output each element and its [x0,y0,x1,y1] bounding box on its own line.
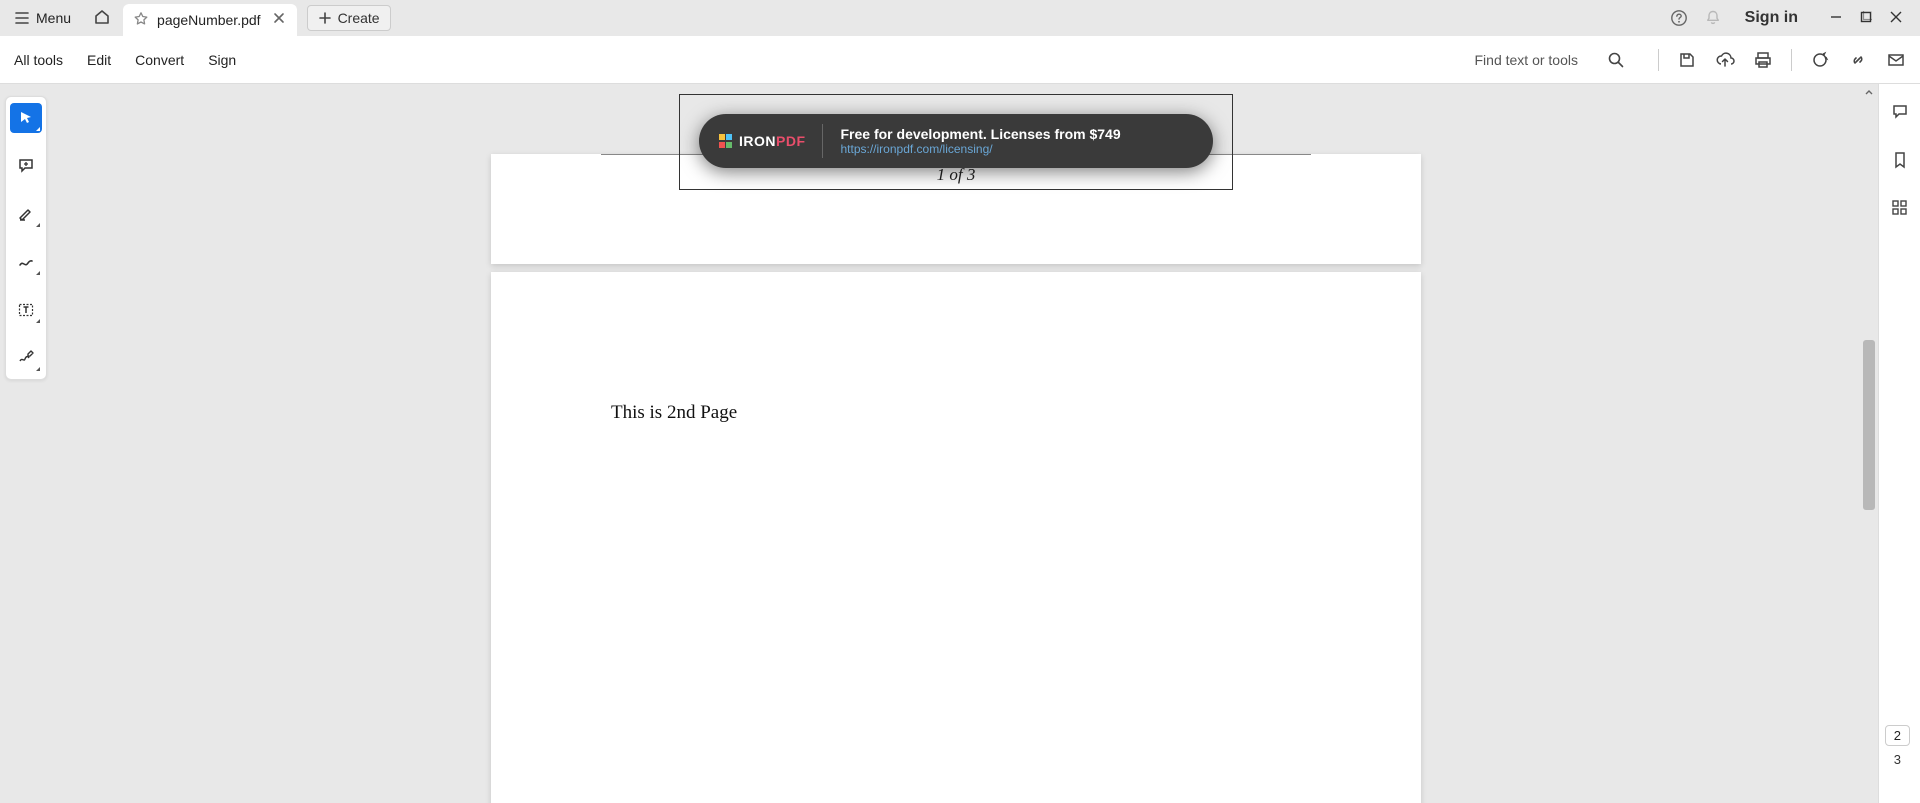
help-button[interactable] [1669,8,1689,28]
comments-icon [1891,103,1909,121]
logo-text-iron: IRON [739,133,776,149]
license-banner[interactable]: IRONPDF Free for development. Licenses f… [699,114,1213,168]
search-icon [1607,51,1625,69]
select-tool[interactable] [10,103,42,133]
banner-message: Free for development. Licenses from $749… [841,126,1121,156]
menu-edit[interactable]: Edit [87,52,111,68]
window-controls [1820,10,1912,26]
menu-label: Menu [36,10,71,26]
logo-icon [719,134,733,148]
print-icon [1754,51,1772,69]
link-button[interactable] [1848,50,1868,70]
draw-tool[interactable] [10,247,42,277]
grid-icon [1891,199,1909,217]
textbox-tool[interactable] [10,295,42,325]
right-tools-rail: 2 3 [1878,84,1920,803]
upload-cloud-button[interactable] [1715,50,1735,70]
document-page-2: This is 2nd Page [491,272,1421,803]
textbox-icon [17,301,35,319]
save-button[interactable] [1677,50,1697,70]
close-icon [1890,11,1902,23]
separator [1658,49,1659,71]
cursor-icon [18,110,34,126]
print-button[interactable] [1753,50,1773,70]
banner-title: Free for development. Licenses from $749 [841,126,1121,142]
scroll-up-button[interactable] [1860,84,1878,102]
page-indicator: 2 3 [1885,725,1910,767]
help-icon [1670,9,1688,27]
banner-url[interactable]: https://ironpdf.com/licensing/ [841,142,1121,156]
chevron-up-icon [1864,88,1874,98]
main-menu-button[interactable]: Menu [4,6,81,30]
separator [1791,49,1792,71]
comment-tool[interactable] [10,151,42,181]
bookmarks-panel-button[interactable] [1890,150,1910,170]
tool-menu-indicator [36,319,40,323]
mail-icon [1887,51,1905,69]
sign-tool[interactable] [10,343,42,373]
draw-icon [17,253,35,271]
menubar: All tools Edit Convert Sign Find text or… [0,36,1920,84]
tool-menu-indicator [36,127,40,131]
close-window-button[interactable] [1890,10,1902,26]
close-icon [273,12,285,24]
menu-sign[interactable]: Sign [208,52,236,68]
tab-filename: pageNumber.pdf [157,12,261,28]
content-area: 1 of 3 This is 2nd Page IRONPDF Free for… [0,84,1920,803]
scroll-track[interactable] [1860,102,1878,803]
comment-icon [17,157,35,175]
thumbnails-panel-button[interactable] [1890,198,1910,218]
scroll-thumb[interactable] [1863,340,1875,510]
create-button[interactable]: Create [307,5,391,31]
save-icon [1678,51,1696,69]
minimize-button[interactable] [1830,10,1842,26]
home-icon [93,8,111,26]
search-button[interactable] [1606,50,1626,70]
menu-all-tools[interactable]: All tools [14,52,63,68]
tool-menu-indicator [36,367,40,371]
vertical-scrollbar[interactable] [1860,84,1878,803]
document-tab[interactable]: pageNumber.pdf [123,4,297,36]
highlight-tool[interactable] [10,199,42,229]
bell-icon [1704,9,1722,27]
titlebar-left: Menu pageNumber.pdf Create [4,0,391,36]
comments-panel-button[interactable] [1890,102,1910,122]
link-icon [1849,51,1867,69]
page-body-text: This is 2nd Page [611,402,737,423]
maximize-button[interactable] [1860,10,1872,26]
titlebar: Menu pageNumber.pdf Create Sign in [0,0,1920,36]
signin-button[interactable]: Sign in [1737,9,1806,27]
document-viewer[interactable]: 1 of 3 This is 2nd Page IRONPDF Free for… [52,84,1860,803]
signature-icon [17,349,35,367]
home-button[interactable] [85,4,119,33]
bookmark-icon [1891,151,1909,169]
left-tools-panel [5,96,47,380]
minimize-icon [1830,11,1842,23]
maximize-icon [1860,11,1872,23]
share-feedback-button[interactable] [1810,50,1830,70]
hamburger-icon [14,10,30,26]
menu-convert[interactable]: Convert [135,52,184,68]
document-page-1-footer: 1 of 3 [491,154,1421,264]
highlighter-icon [17,205,35,223]
tool-menu-indicator [36,271,40,275]
page-gap [52,264,1860,272]
titlebar-right: Sign in [1669,8,1916,28]
cloud-upload-icon [1715,51,1735,69]
create-label: Create [338,10,380,26]
total-pages-label: 3 [1885,752,1910,767]
tool-menu-indicator [36,223,40,227]
logo-text-pdf: PDF [776,133,806,149]
star-icon[interactable] [133,11,149,30]
find-text-button[interactable]: Find text or tools [1475,52,1583,68]
ironpdf-logo: IRONPDF [719,124,823,158]
email-button[interactable] [1886,50,1906,70]
toolbar-icons [1650,49,1906,71]
current-page-input[interactable]: 2 [1885,725,1910,746]
left-tools-rail [0,84,52,803]
tab-close-button[interactable] [269,11,289,29]
ai-assist-icon [1811,51,1829,69]
plus-icon [318,11,332,25]
notifications-button[interactable] [1703,8,1723,28]
